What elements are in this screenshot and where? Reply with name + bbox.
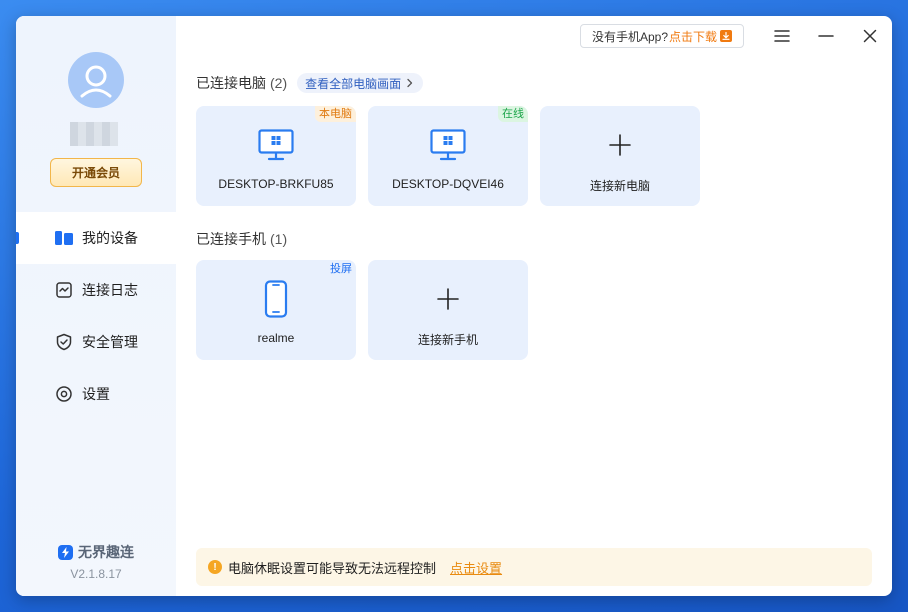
version-label: V2.1.8.17: [70, 567, 122, 581]
sidebar: 开通会员 我的设备 连接日志 安全管理 设置 无界趣连 V2.1.8.17: [16, 16, 176, 596]
minimize-button[interactable]: [816, 26, 836, 46]
online-badge: 在线: [498, 106, 528, 122]
open-settings-link[interactable]: 点击设置: [450, 558, 502, 577]
devices-icon: [54, 228, 74, 248]
app-window: 开通会员 我的设备 连接日志 安全管理 设置 无界趣连 V2.1.8.17 没有…: [16, 16, 892, 596]
brand-name: 无界趣连: [78, 544, 134, 560]
connect-new-phone-card[interactable]: 连接新手机: [368, 260, 528, 360]
computers-section-title: 已连接电脑 (2) 查看全部电脑画面: [196, 73, 424, 93]
download-app-button[interactable]: 没有手机App? 点击下载: [580, 24, 744, 48]
nav-item-my-devices[interactable]: 我的设备: [16, 212, 176, 264]
nav-item-security[interactable]: 安全管理: [16, 316, 176, 368]
username-redacted: [70, 122, 118, 146]
computer-card[interactable]: 在线 DESKTOP-DQVEI46: [368, 106, 528, 206]
phone-name: realme: [257, 331, 295, 345]
sleep-warning-banner: ! 电脑休眠设置可能导致无法远程控制 点击设置: [196, 548, 872, 586]
connect-new-computer-card[interactable]: 连接新电脑: [540, 106, 700, 206]
nav-item-connection-log[interactable]: 连接日志: [16, 264, 176, 316]
close-icon: [863, 29, 877, 43]
nav-label: 连接日志: [82, 282, 138, 298]
brand-logo-icon: [58, 544, 73, 560]
connect-new-computer-label: 连接新电脑: [589, 179, 650, 193]
plus-icon: [609, 134, 631, 156]
phone-icon: [264, 280, 288, 318]
view-all-computers-link[interactable]: 查看全部电脑画面: [297, 73, 424, 93]
monitor-icon: [258, 129, 294, 161]
phone-card[interactable]: 投屏 realme: [196, 260, 356, 360]
computer-name: DESKTOP-BRKFU85: [218, 177, 334, 191]
screencast-badge: 投屏: [330, 263, 352, 275]
chevron-right-icon: [407, 78, 413, 88]
promo-text: 没有手机App?: [591, 29, 668, 44]
nav-label: 我的设备: [82, 230, 138, 246]
phones-count: (1): [270, 231, 288, 247]
connect-new-phone-label: 连接新手机: [417, 333, 478, 347]
settings-icon: [54, 384, 74, 404]
minimize-icon: [818, 35, 834, 37]
menu-button[interactable]: [772, 26, 792, 46]
log-icon: [54, 280, 74, 300]
avatar[interactable]: [68, 52, 124, 108]
download-icon: [720, 30, 733, 42]
warning-icon: !: [208, 560, 222, 574]
view-all-label: 查看全部电脑画面: [305, 76, 402, 91]
section-title-text: 已连接电脑: [196, 75, 266, 91]
shield-icon: [54, 332, 74, 352]
plus-icon: [437, 288, 459, 310]
nav-label: 安全管理: [82, 334, 138, 350]
local-pc-badge: 本电脑: [315, 106, 356, 122]
close-button[interactable]: [860, 26, 880, 46]
computer-card[interactable]: 本电脑 DESKTOP-BRKFU85: [196, 106, 356, 206]
vip-button[interactable]: 开通会员: [50, 158, 142, 187]
sidebar-nav: 我的设备 连接日志 安全管理 设置: [16, 212, 176, 420]
promo-link: 点击下载: [669, 29, 718, 44]
nav-item-settings[interactable]: 设置: [16, 368, 176, 420]
user-icon: [80, 65, 112, 98]
computers-count: (2): [270, 75, 288, 91]
section-title-text: 已连接手机: [196, 231, 266, 247]
nav-label: 设置: [82, 386, 110, 402]
menu-icon: [774, 30, 790, 42]
warning-text: 电脑休眠设置可能导致无法远程控制: [228, 560, 437, 576]
brand: 无界趣连: [16, 542, 176, 562]
monitor-icon: [430, 129, 466, 161]
phones-section-title: 已连接手机 (1): [196, 229, 287, 249]
computer-name: DESKTOP-DQVEI46: [392, 177, 504, 191]
